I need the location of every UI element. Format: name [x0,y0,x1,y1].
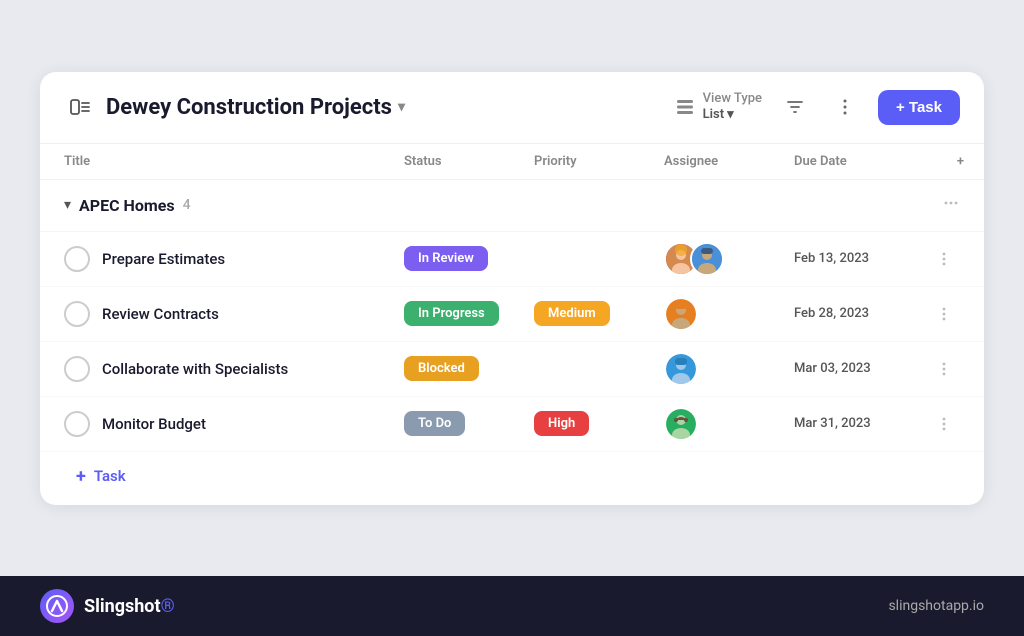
footer: Slingshot® slingshotapp.io [0,576,1024,636]
add-task-plus-icon: + [76,466,86,487]
due-date: Mar 03, 2023 [794,361,924,376]
col-due-date: Due Date [794,154,924,169]
due-date: Mar 31, 2023 [794,416,924,431]
sidebar-toggle-icon[interactable] [64,91,96,123]
table-header: Title Status Priority Assignee Due Date … [40,144,984,180]
group-header: ▾ APEC Homes 4 [40,180,984,232]
priority-badge: High [534,411,589,436]
row-more-button[interactable] [924,360,964,378]
row-more-button[interactable] [924,250,964,268]
footer-logo-text: Slingshot® [84,596,175,617]
add-task-row[interactable]: + Task [40,452,984,505]
task-title-cell: Review Contracts [64,301,404,327]
due-date: Feb 13, 2023 [794,251,924,266]
task-priority: Medium [534,301,664,326]
table-row: Collaborate with Specialists Blocked Mar… [40,342,984,397]
due-date: Feb 28, 2023 [794,306,924,321]
task-status: To Do [404,411,534,436]
table-row: Monitor Budget To Do High [40,397,984,452]
avatar [664,352,698,386]
task-title: Prepare Estimates [102,250,225,268]
group-title: APEC Homes [79,196,175,215]
task-title-cell: Collaborate with Specialists [64,356,404,382]
task-checkbox[interactable] [64,356,90,382]
col-status: Status [404,154,534,169]
assignee-cell [664,407,794,441]
footer-logo: Slingshot® [40,589,175,623]
task-status: In Review [404,246,534,271]
status-badge: To Do [404,411,465,436]
task-checkbox[interactable] [64,411,90,437]
col-title: Title [64,154,404,169]
assignee-cell [664,242,794,276]
task-title-cell: Monitor Budget [64,411,404,437]
avatar [664,297,698,331]
add-column-button[interactable]: + [957,154,964,169]
view-type-button[interactable]: View Type List ▾ [675,91,762,122]
avatar [690,242,724,276]
col-add[interactable]: + [924,154,964,169]
row-more-button[interactable] [924,305,964,323]
view-type-chevron-icon: ▾ [727,107,734,123]
filter-button[interactable] [778,90,812,124]
assignee-cell [664,297,794,331]
group-more-button[interactable] [942,194,960,217]
col-priority: Priority [534,154,664,169]
group-collapse-icon[interactable]: ▾ [64,197,71,213]
row-more-button[interactable] [924,415,964,433]
task-priority: High [534,411,664,436]
header-left: Dewey Construction Projects ▾ [64,91,663,123]
task-title: Monitor Budget [102,415,206,433]
view-type-text: View Type List ▾ [703,91,762,122]
avatar [664,407,698,441]
more-options-button[interactable] [828,90,862,124]
main-card: Dewey Construction Projects ▾ View Type … [40,72,984,505]
group-count: 4 [183,197,191,213]
task-title: Review Contracts [102,305,219,323]
priority-badge: Medium [534,301,610,326]
status-badge: In Progress [404,301,499,326]
slingshot-logo-icon [40,589,74,623]
col-assignee: Assignee [664,154,794,169]
status-badge: In Review [404,246,488,271]
assignee-cell [664,352,794,386]
project-title[interactable]: Dewey Construction Projects ▾ [106,95,405,120]
footer-url: slingshotapp.io [888,598,984,614]
table-row: Prepare Estimates In Review [40,232,984,287]
task-title: Collaborate with Specialists [102,360,288,378]
add-task-button[interactable]: + Task [878,90,960,125]
card-header: Dewey Construction Projects ▾ View Type … [40,72,984,144]
task-title-cell: Prepare Estimates [64,246,404,272]
header-actions: View Type List ▾ [675,90,960,125]
chevron-down-icon: ▾ [398,99,405,115]
task-checkbox[interactable] [64,246,90,272]
task-status: Blocked [404,356,534,381]
table-row: Review Contracts In Progress Medium F [40,287,984,342]
task-status: In Progress [404,301,534,326]
status-badge: Blocked [404,356,479,381]
task-checkbox[interactable] [64,301,90,327]
add-task-label[interactable]: Task [94,467,126,485]
